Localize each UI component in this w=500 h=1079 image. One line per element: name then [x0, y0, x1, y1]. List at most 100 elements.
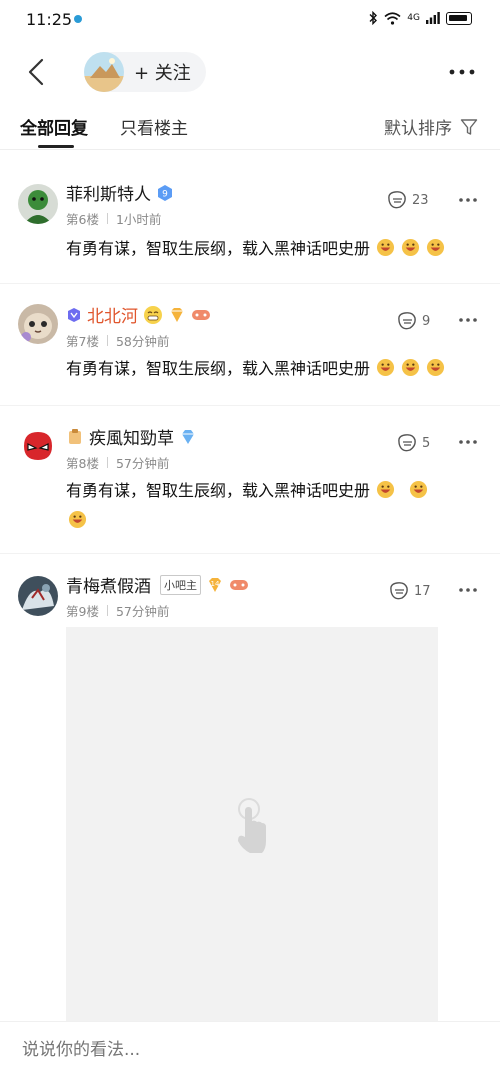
nav-bar: + 关注	[0, 48, 500, 96]
floor-number: 第7楼	[66, 334, 99, 349]
follow-button[interactable]: + 关注	[84, 52, 206, 92]
reply-image[interactable]	[66, 627, 438, 1027]
name-row: 青梅煮假酒 小吧主 14	[66, 572, 249, 597]
gold-badge-icon	[171, 307, 183, 322]
reply-more-icon[interactable]	[458, 317, 478, 323]
reply-text: 有勇有谋，智取生辰纲，载入黑神话吧史册	[66, 359, 371, 378]
tap-icon	[238, 798, 266, 853]
reply-tabs: 全部回复 只看楼主 默认排序	[0, 104, 500, 150]
level-number: 9	[162, 189, 168, 199]
game-badge-icon	[192, 309, 210, 320]
cup-badge-icon	[69, 428, 81, 444]
post-time: 57分钟前	[115, 456, 170, 471]
forum-avatar	[84, 52, 124, 92]
like-icon	[390, 582, 408, 600]
like-button[interactable]: 17	[388, 581, 431, 601]
like-icon	[398, 312, 416, 330]
wifi-icon	[384, 11, 401, 25]
comment-bar	[0, 1021, 500, 1079]
grin-emoji-icon	[376, 358, 395, 377]
reply-meta: 第8楼 57分钟前	[66, 453, 169, 472]
battery-icon	[446, 11, 472, 25]
like-count: 9	[422, 313, 431, 329]
network-label: 4G	[407, 13, 420, 23]
user-avatar[interactable]	[18, 304, 58, 344]
reply-meta: 第9楼 57分钟前	[66, 601, 169, 620]
status-time: 11:25	[26, 10, 73, 29]
like-count: 23	[412, 192, 429, 208]
post-time: 57分钟前	[115, 604, 170, 619]
meta-divider	[106, 457, 108, 468]
level-badge-icon: 14	[209, 577, 221, 592]
username[interactable]: 北北河	[87, 302, 138, 327]
reply-item: 菲利斯特人 9 第6楼 1小时前 23 有勇有谋，智取生辰纲，载入黑神话吧史册	[0, 160, 500, 284]
floor-number: 第9楼	[66, 604, 99, 619]
status-bar: 11:25 4G	[0, 0, 500, 40]
level-badge-icon: 9	[158, 184, 172, 201]
user-avatar[interactable]	[18, 426, 58, 466]
reply-item: 北北河 第7楼 58分钟前 9 有勇有谋，智取生辰纲，载入黑神话吧史册	[0, 284, 500, 406]
sort-button[interactable]: 默认排序	[384, 114, 478, 139]
floor-number: 第8楼	[66, 456, 99, 471]
diamond-badge-icon	[182, 429, 194, 444]
tab-owner-only[interactable]: 只看楼主	[120, 114, 188, 139]
post-time: 58分钟前	[115, 334, 170, 349]
reply-more-icon[interactable]	[458, 439, 478, 445]
reply-content: 有勇有谋，智取生辰纲，载入黑神话吧史册	[66, 234, 476, 264]
more-icon[interactable]	[448, 62, 476, 82]
reply-content: 有勇有谋，智取生辰纲，载入黑神话吧史册	[66, 354, 476, 384]
like-count: 5	[422, 435, 431, 451]
post-time: 1小时前	[115, 212, 162, 227]
like-button[interactable]: 9	[396, 311, 430, 331]
meta-divider	[106, 605, 108, 616]
sort-label: 默认排序	[384, 119, 452, 139]
vip-crown-icon	[68, 307, 80, 322]
grin-emoji-icon	[376, 480, 395, 499]
status-icons: 4G	[368, 11, 472, 25]
level-number: 14	[211, 580, 220, 588]
grin-emoji-icon	[426, 238, 445, 257]
username[interactable]: 疾風知勁草	[89, 424, 174, 449]
floor-number: 第6楼	[66, 212, 99, 227]
filter-icon	[460, 118, 478, 135]
username[interactable]: 青梅煮假酒	[66, 572, 151, 597]
name-row: 疾風知勁草	[66, 424, 197, 449]
follow-label: + 关注	[134, 63, 191, 84]
game-badge-icon	[230, 579, 248, 590]
name-row: 菲利斯特人 9	[66, 180, 174, 205]
reply-more-icon[interactable]	[458, 587, 478, 593]
bluetooth-icon	[369, 11, 378, 25]
moderator-tag: 小吧主	[160, 574, 201, 595]
grin-emoji-icon	[68, 510, 87, 529]
active-tab-indicator	[38, 145, 74, 148]
reply-content: 有勇有谋，智取生辰纲，载入黑神话吧史册	[66, 476, 460, 536]
reply-item: 疾風知勁草 第8楼 57分钟前 5 有勇有谋，智取生辰纲，载入黑神话吧史册	[0, 406, 500, 554]
reply-text: 有勇有谋，智取生辰纲，载入黑神话吧史册	[66, 481, 371, 500]
reply-meta: 第7楼 58分钟前	[66, 331, 169, 350]
back-icon[interactable]	[22, 56, 52, 88]
meta-divider	[106, 213, 108, 224]
like-icon	[398, 434, 416, 452]
grin-emoji-icon	[409, 480, 428, 499]
signal-icon	[426, 12, 440, 24]
name-row: 北北河	[66, 302, 211, 327]
like-button[interactable]: 5	[396, 433, 430, 453]
username[interactable]: 菲利斯特人	[66, 180, 151, 205]
meta-divider	[106, 335, 108, 346]
grin-emoji-icon	[401, 358, 420, 377]
like-icon	[388, 191, 406, 209]
reply-meta: 第6楼 1小时前	[66, 209, 161, 228]
reply-text: 有勇有谋，智取生辰纲，载入黑神话吧史册	[66, 239, 371, 258]
like-button[interactable]: 23	[386, 190, 429, 210]
grin-emoji-icon	[376, 238, 395, 257]
like-count: 17	[414, 583, 431, 599]
user-avatar[interactable]	[18, 576, 58, 616]
grin-emoji-icon	[426, 358, 445, 377]
notification-dot-icon	[74, 15, 82, 23]
comment-input[interactable]	[22, 1040, 462, 1060]
user-avatar[interactable]	[18, 184, 58, 224]
grin-emoji-icon	[401, 238, 420, 257]
reply-more-icon[interactable]	[458, 197, 478, 203]
emoji-name-icon	[144, 305, 162, 324]
tab-all-replies[interactable]: 全部回复	[20, 114, 88, 139]
